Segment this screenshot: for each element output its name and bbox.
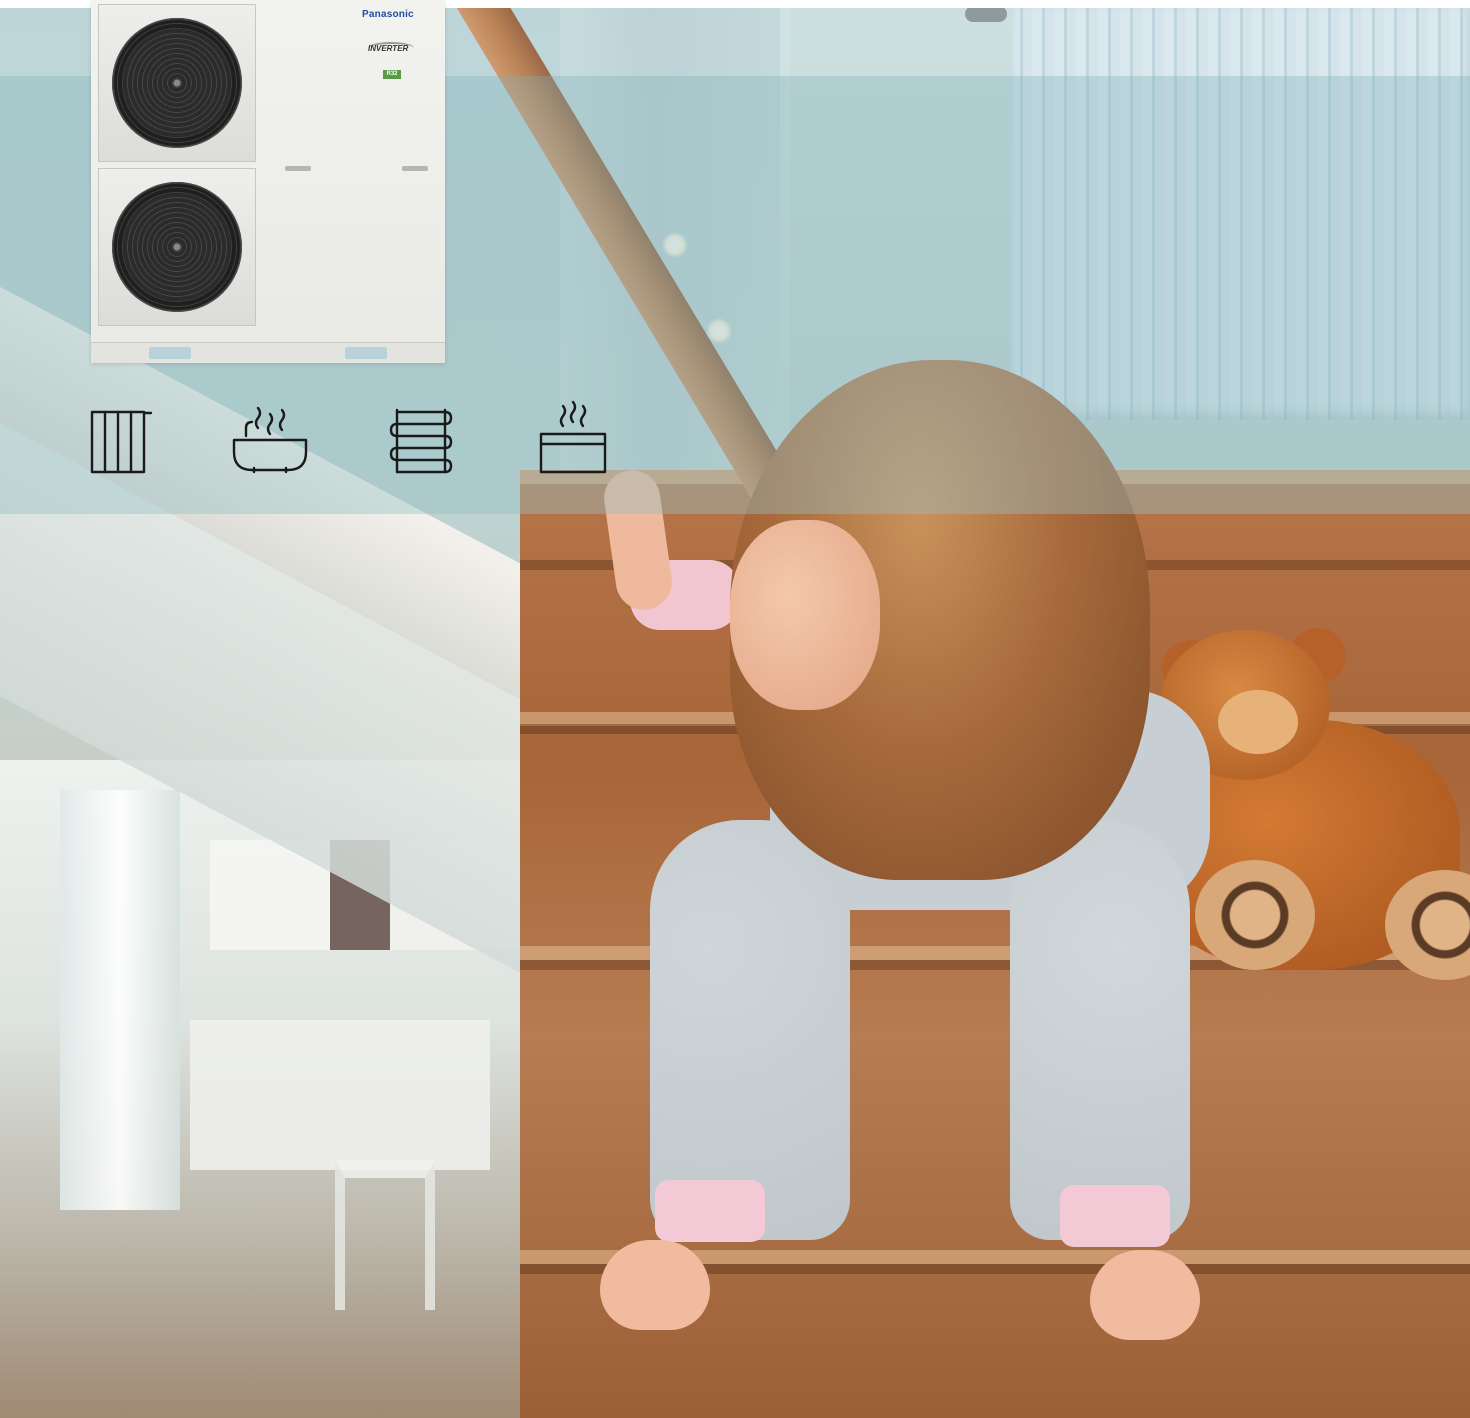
fan-grille <box>112 182 242 312</box>
pajama-cuff <box>655 1180 765 1242</box>
hot-water-tank-icon <box>533 394 613 474</box>
child-foot <box>1090 1250 1200 1340</box>
underfloor-heating-icon <box>381 400 461 480</box>
child-leg <box>650 820 850 1240</box>
teddy-bear-muzzle <box>1218 690 1298 754</box>
vent-slot <box>285 166 311 171</box>
kitchen-counter <box>190 1020 490 1170</box>
fan-grille <box>112 18 242 148</box>
heat-pump-foot <box>149 347 191 359</box>
vent-slot <box>402 166 428 171</box>
fan-housing <box>98 4 256 162</box>
brand-logo: Panasonic <box>362 9 414 20</box>
child-foot <box>600 1240 710 1330</box>
child-face <box>730 520 880 710</box>
child-leg <box>1010 820 1190 1240</box>
hot-bath-icon <box>230 398 310 478</box>
window <box>60 790 180 1210</box>
pajama-cuff <box>1060 1185 1170 1247</box>
heat-pump-base <box>91 342 445 363</box>
refrigerant-badge: R32 <box>383 70 401 79</box>
inverter-badge: INVERTER <box>368 44 409 53</box>
bar-stool <box>335 1160 435 1310</box>
heat-pump-unit <box>91 0 445 362</box>
fan-housing <box>98 168 256 326</box>
heat-pump-foot <box>345 347 387 359</box>
teddy-bear-paw <box>1195 860 1315 970</box>
radiator-icon <box>83 400 163 480</box>
